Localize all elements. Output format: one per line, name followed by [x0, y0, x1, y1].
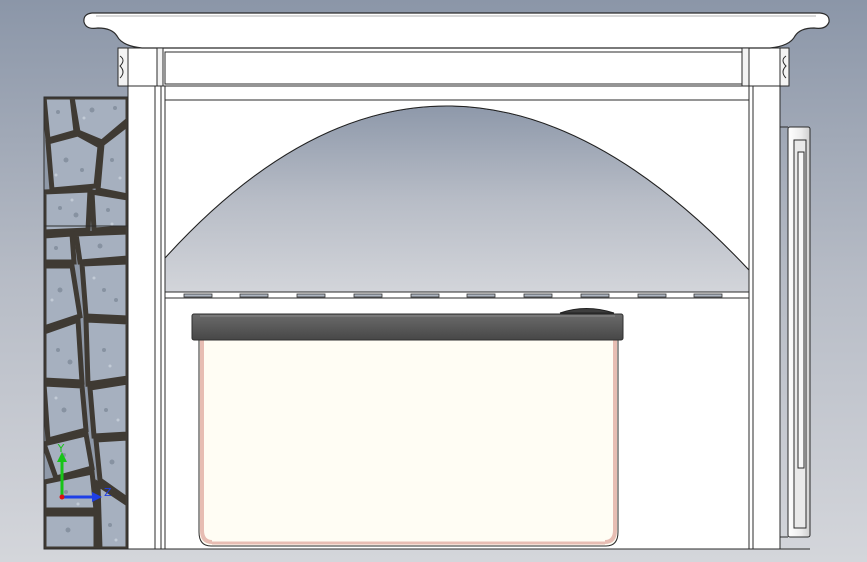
sink-basin [198, 337, 619, 547]
right-post [748, 49, 781, 550]
model-drawing: Y Z [0, 0, 867, 562]
left-post [127, 49, 166, 550]
cad-viewport[interactable]: Y Z [0, 0, 867, 562]
x-axis-dot [59, 494, 65, 500]
stone-wall [44, 97, 128, 549]
canopy-cornice [83, 12, 830, 49]
top-beam [127, 47, 781, 87]
y-axis-label: Y [57, 442, 65, 455]
shelf [164, 291, 750, 299]
z-axis-label: Z [104, 486, 112, 499]
